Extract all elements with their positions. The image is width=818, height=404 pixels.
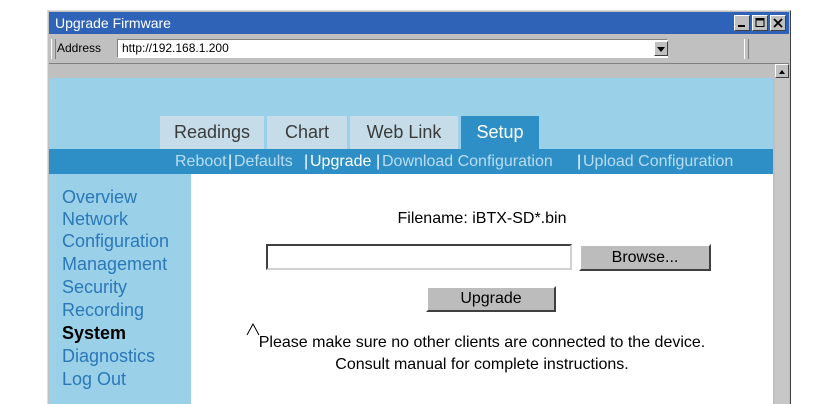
address-label: Address (57, 41, 102, 55)
window-controls (734, 15, 786, 31)
window-title: Upgrade Firmware (55, 15, 171, 31)
web-page: Readings Chart Web Link Setup Reboot | D… (49, 78, 773, 404)
sidebar-item-log-out[interactable]: Log Out (62, 368, 126, 390)
subnav-separator: | (228, 153, 233, 170)
subnav-defaults[interactable]: Defaults (234, 149, 293, 174)
close-icon (773, 18, 783, 28)
mouse-cursor-icon (246, 322, 260, 336)
minimize-button[interactable] (734, 15, 750, 31)
toolbar-grip[interactable] (51, 39, 56, 59)
setup-subnav: Reboot | Defaults | Upgrade | Download C… (49, 149, 773, 174)
tab-readings[interactable]: Readings (160, 116, 264, 149)
maximize-button[interactable] (752, 15, 768, 31)
vertical-scrollbar[interactable] (775, 64, 789, 404)
subnav-reboot[interactable]: Reboot (175, 149, 227, 174)
tab-setup-label: Setup (476, 122, 524, 142)
tab-readings-label: Readings (173, 122, 251, 142)
browser-window: Upgrade Firmware Address http://192.168.… (47, 10, 791, 404)
instructions-message: Consult manual for complete instructions… (335, 356, 629, 373)
warning-message: Please make sure no other clients are co… (258, 334, 706, 351)
title-bar[interactable]: Upgrade Firmware (49, 12, 789, 34)
address-url: http://192.168.1.200 (122, 41, 229, 55)
address-toolbar: Address http://192.168.1.200 (49, 35, 789, 64)
subnav-separator: | (577, 153, 582, 170)
browse-button[interactable]: Browse... (579, 244, 711, 271)
filename-hint: Filename: iBTX-SD*.bin (397, 210, 567, 227)
subnav-download-configuration[interactable]: Download Configuration (382, 149, 553, 174)
tab-chart-label: Chart (284, 122, 329, 142)
minimize-icon (738, 25, 745, 27)
firmware-file-input[interactable] (266, 244, 572, 270)
address-input[interactable]: http://192.168.1.200 (117, 39, 668, 58)
subnav-upload-configuration[interactable]: Upload Configuration (583, 149, 733, 174)
sidebar-item-security[interactable]: Security (62, 276, 127, 298)
sidebar-item-overview[interactable]: Overview (62, 186, 137, 208)
sidebar: Overview Network Configuration Managemen… (49, 174, 190, 404)
address-dropdown-button[interactable] (654, 41, 668, 56)
subnav-upgrade[interactable]: Upgrade (310, 149, 371, 174)
browser-content: Readings Chart Web Link Setup Reboot | D… (49, 64, 789, 404)
close-button[interactable] (770, 15, 786, 31)
scroll-up-arrow-icon (779, 70, 785, 74)
sidebar-item-configuration[interactable]: Configuration (62, 230, 169, 252)
tab-web-link-label: Web Link (366, 122, 442, 142)
dropdown-arrow-icon (657, 47, 665, 52)
sidebar-item-network[interactable]: Network (62, 208, 128, 230)
sidebar-item-diagnostics[interactable]: Diagnostics (62, 345, 155, 367)
toolbar-grip-right[interactable] (744, 39, 749, 59)
tab-setup[interactable]: Setup (461, 116, 539, 149)
tab-web-link[interactable]: Web Link (350, 116, 458, 149)
sidebar-item-management[interactable]: Management (62, 253, 167, 275)
subnav-separator: | (304, 153, 309, 170)
upgrade-panel: Filename: iBTX-SD*.bin Browse... Upgrade… (191, 174, 773, 404)
maximize-icon (755, 18, 765, 27)
sidebar-item-system[interactable]: System (62, 322, 126, 344)
tab-chart[interactable]: Chart (267, 116, 347, 149)
subnav-separator: | (376, 153, 381, 170)
upgrade-button[interactable]: Upgrade (426, 286, 556, 312)
scroll-up-button[interactable] (775, 64, 789, 78)
sidebar-item-recording[interactable]: Recording (62, 299, 144, 321)
